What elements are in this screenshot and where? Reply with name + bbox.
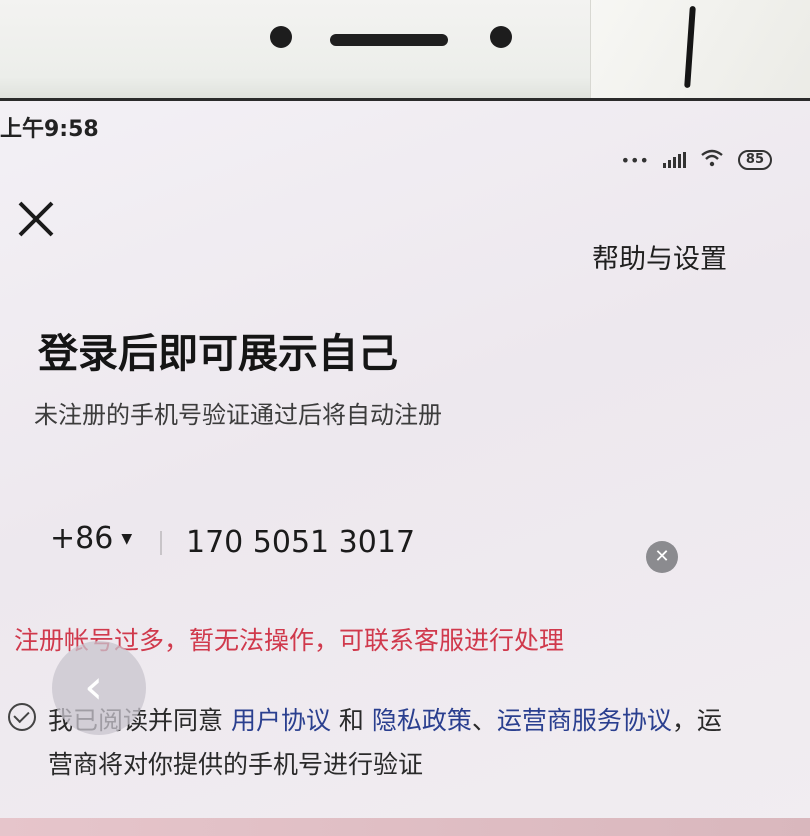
wifi-icon	[700, 149, 724, 171]
privacy-policy-link[interactable]: 隐私政策	[372, 706, 472, 735]
input-divider	[160, 531, 162, 555]
bottom-button-edge	[0, 818, 810, 836]
user-agreement-link[interactable]: 用户协议	[231, 706, 331, 735]
close-icon: ✕	[654, 546, 670, 567]
front-camera	[270, 26, 292, 48]
dots-icon: •••	[620, 150, 649, 170]
agreement-checkbox[interactable]	[8, 703, 36, 731]
country-code-label: +86	[50, 521, 114, 556]
battery-icon: 85	[737, 150, 772, 170]
sticker-mark	[684, 5, 696, 89]
chevron-down-icon: ▼	[121, 530, 133, 547]
agreement-separator: 、	[471, 706, 497, 735]
screen-protector-sticker	[590, 0, 810, 108]
status-time: 上午9:58	[0, 117, 99, 142]
help-settings-link[interactable]: 帮助与设置	[592, 237, 727, 276]
phone-screen: 上午9:58 ••• 85 帮助与设置 登录后即可展示自己 未注册的手机号验证通…	[0, 98, 810, 836]
country-code-select[interactable]: +86 ▼	[50, 521, 132, 556]
page-subtitle: 未注册的手机号验证通过后将自动注册	[34, 401, 442, 429]
phone-input[interactable]	[186, 525, 586, 560]
page-title: 登录后即可展示自己	[38, 331, 398, 377]
earpiece-speaker	[330, 34, 448, 46]
chevron-left-icon: ‹	[84, 659, 104, 715]
status-icons: ••• 85	[621, 149, 772, 171]
agreement-and: 和	[330, 706, 372, 735]
signal-icon	[662, 152, 686, 168]
phone-bezel	[0, 0, 810, 110]
proximity-sensor	[490, 26, 512, 48]
carrier-agreement-link[interactable]: 运营商服务协议	[497, 706, 672, 735]
agreement-text: 我已阅读并同意 用户协议 和 隐私政策、运营商服务协议，运营商将对你提供的手机号…	[48, 699, 738, 787]
floating-back-button[interactable]: ‹	[52, 641, 146, 735]
close-icon	[18, 201, 54, 237]
clear-input-button[interactable]: ✕	[646, 541, 678, 573]
close-button[interactable]	[14, 197, 58, 241]
